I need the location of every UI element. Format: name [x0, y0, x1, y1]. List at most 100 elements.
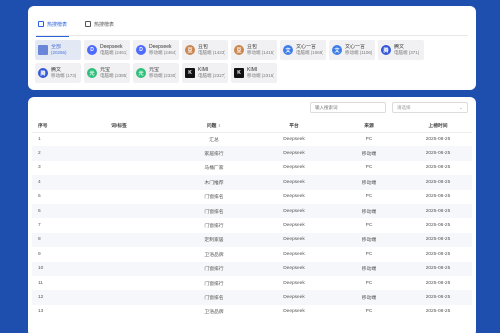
cell-question: 家居排行 [174, 146, 254, 161]
cell-keyword [64, 203, 174, 219]
platform-tile[interactable]: 文文心一言 电脑端 (1069) [280, 40, 326, 60]
platform-text: KIMI 移动端 (2316) [247, 67, 274, 79]
table-row[interactable]: 4 木门推荐 Deepseek 移动端 2025-08-25 [32, 175, 472, 190]
cell-question: 卫浴品牌 [204, 252, 224, 258]
platform-count: 电脑端 (2461) [100, 50, 127, 55]
platform-count: 移动端 (2464) [149, 50, 176, 55]
document-icon [85, 21, 92, 27]
platform-tile[interactable]: K KIMI 移动端 (2316) [231, 63, 277, 83]
table-row[interactable]: 8 定制家居 Deepseek 移动端 2025-08-25 [32, 232, 472, 248]
cell-source: 移动端 [334, 203, 404, 219]
cell-time: 2025-08-25 [425, 136, 451, 142]
table-row[interactable]: 3 马桶厂家 Deepseek PC 2025-08-25 [32, 161, 472, 175]
cell-index: 5 [38, 194, 41, 200]
cell-time: 2025-08-25 [425, 165, 451, 171]
platform-tile[interactable]: 文文心一言 移动端 (1106) [329, 40, 375, 60]
table-row[interactable]: 7 门窗排行 Deepseek PC 2025-08-25 [32, 218, 472, 232]
cell-question: 卫浴品牌 [204, 310, 224, 316]
cell-index: 3 [38, 165, 41, 171]
table-row[interactable]: 10 门窗排行 Deepseek 移动端 2025-08-25 [32, 261, 472, 276]
cell-keyword [64, 146, 174, 161]
yuanbao-icon: 元 [87, 68, 97, 78]
platform-tile[interactable]: 元元宝 电脑端 (2385) [84, 63, 130, 83]
cell-platform: Deepseek [283, 223, 305, 229]
table-row[interactable]: 1 汇总 Deepseek PC 2025-08-25 [32, 132, 472, 146]
cell-keyword [64, 161, 174, 175]
cell-time: 2025-08-25 [425, 223, 451, 229]
platform-tile[interactable]: 腾腾文 移动端 (173) [35, 63, 81, 83]
platform-tile[interactable]: D Deepseek 移动端 (2464) [133, 40, 179, 60]
platform-count: 电脑端 (1423) [198, 50, 225, 55]
cell-source: PC [365, 165, 373, 171]
cell-time: 2025-08-25 [404, 203, 472, 219]
wenxin-icon: 文 [332, 45, 342, 55]
source-select[interactable]: 请选择 ⌄ [392, 102, 468, 113]
cell-keyword [64, 190, 174, 204]
header-platform: 平台 [254, 119, 334, 133]
platform-count: 电脑端 (2327) [198, 73, 225, 78]
platform-text: 腾文 移动端 (173) [51, 67, 76, 79]
table-row[interactable]: 12 门窗排名 Deepseek 移动端 2025-08-25 [32, 290, 472, 305]
platform-tile[interactable]: D Deepseek 电脑端 (2461) [84, 40, 130, 60]
tab-bar: 热搜榜表 热搜榜表 [36, 14, 116, 37]
kimi-icon: K [185, 68, 195, 78]
cell-index: 7 [38, 223, 41, 229]
header-question[interactable]: 问题 ⇕ [174, 119, 254, 133]
platform-tile[interactable]: 腾腾文 电脑端 (371) [378, 40, 424, 60]
deepseek-icon: D [87, 45, 97, 55]
table-row[interactable]: 9 卫浴品牌 Deepseek PC 2025-08-25 [32, 247, 472, 261]
tab-label: 热搜榜表 [94, 21, 115, 28]
platform-tile[interactable]: 全部 (20266) [35, 40, 81, 60]
platform-tile[interactable]: K KIMI 电脑端 (2327) [182, 63, 228, 83]
hot-list-icon [38, 21, 44, 27]
platform-count: 电脑端 (371) [394, 50, 420, 55]
cell-keyword [64, 232, 174, 248]
cell-source: 移动端 [334, 290, 404, 305]
platform-count: 移动端 (173) [51, 73, 77, 78]
cell-index: 1 [38, 136, 41, 142]
cell-source: 移动端 [334, 146, 404, 161]
cell-keyword [64, 290, 174, 305]
header-keyword: 词/标签 [64, 119, 174, 133]
cell-index: 9 [38, 251, 41, 257]
platform-count: 电脑端 (1069) [296, 50, 323, 55]
cell-question: 门窗排行 [174, 261, 254, 276]
tengwen-icon: 腾 [381, 45, 391, 55]
platform-text: Deepseek 移动端 (2464) [149, 44, 176, 56]
table-row[interactable]: 5 门窗排名 Deepseek PC 2025-08-25 [32, 190, 472, 204]
cell-platform: Deepseek [254, 232, 334, 248]
platform-count: 移动端 (2316) [247, 73, 274, 78]
cell-question: 门窗排行 [204, 281, 224, 287]
platform-text: 元宝 电脑端 (2385) [100, 67, 127, 79]
platform-tile[interactable]: 元元宝 移动端 (2330) [133, 63, 179, 83]
table-row[interactable]: 6 门窗排名 Deepseek 移动端 2025-08-25 [32, 203, 472, 219]
cell-keyword [64, 218, 174, 232]
tab-other-list[interactable]: 热搜榜表 [83, 14, 116, 34]
cell-time: 2025-08-25 [404, 261, 472, 276]
cell-question: 汇总 [209, 137, 219, 143]
table-row[interactable]: 2 家居排行 Deepseek 移动端 2025-08-25 [32, 146, 472, 161]
cell-index: 6 [32, 203, 64, 219]
cell-platform: Deepseek [254, 175, 334, 190]
table-row[interactable]: 11 门窗排行 Deepseek PC 2025-08-25 [32, 276, 472, 290]
table-header-row: 序号 词/标签 问题 ⇕ 平台 来源 上榜时间 [32, 119, 472, 133]
cell-time: 2025-08-25 [425, 251, 451, 257]
platform-count: 移动端 (2330) [149, 73, 176, 78]
filter-bar: 请选择 ⌄ [310, 102, 468, 113]
cell-keyword [64, 132, 174, 146]
cell-platform: Deepseek [283, 251, 305, 257]
cell-index: 10 [32, 261, 64, 276]
kimi-icon: K [234, 68, 244, 78]
platform-tile[interactable]: 豆豆包 移动端 (1415) [231, 40, 277, 60]
header-source: 来源 [334, 119, 404, 133]
cell-index: 8 [32, 232, 64, 248]
platform-count: 电脑端 (2385) [100, 73, 127, 78]
table-row[interactable]: 13 卫浴品牌 Deepseek PC 2025-08-25 [32, 305, 472, 319]
cell-platform: Deepseek [254, 203, 334, 219]
tab-label: 热搜榜表 [47, 21, 68, 28]
sort-icon[interactable]: ⇕ [218, 123, 221, 128]
tab-hot-list[interactable]: 热搜榜表 [36, 14, 70, 37]
platform-tile[interactable]: 豆豆包 电脑端 (1423) [182, 40, 228, 60]
yuanbao-icon: 元 [136, 68, 146, 78]
keyword-search-input[interactable] [310, 102, 386, 113]
